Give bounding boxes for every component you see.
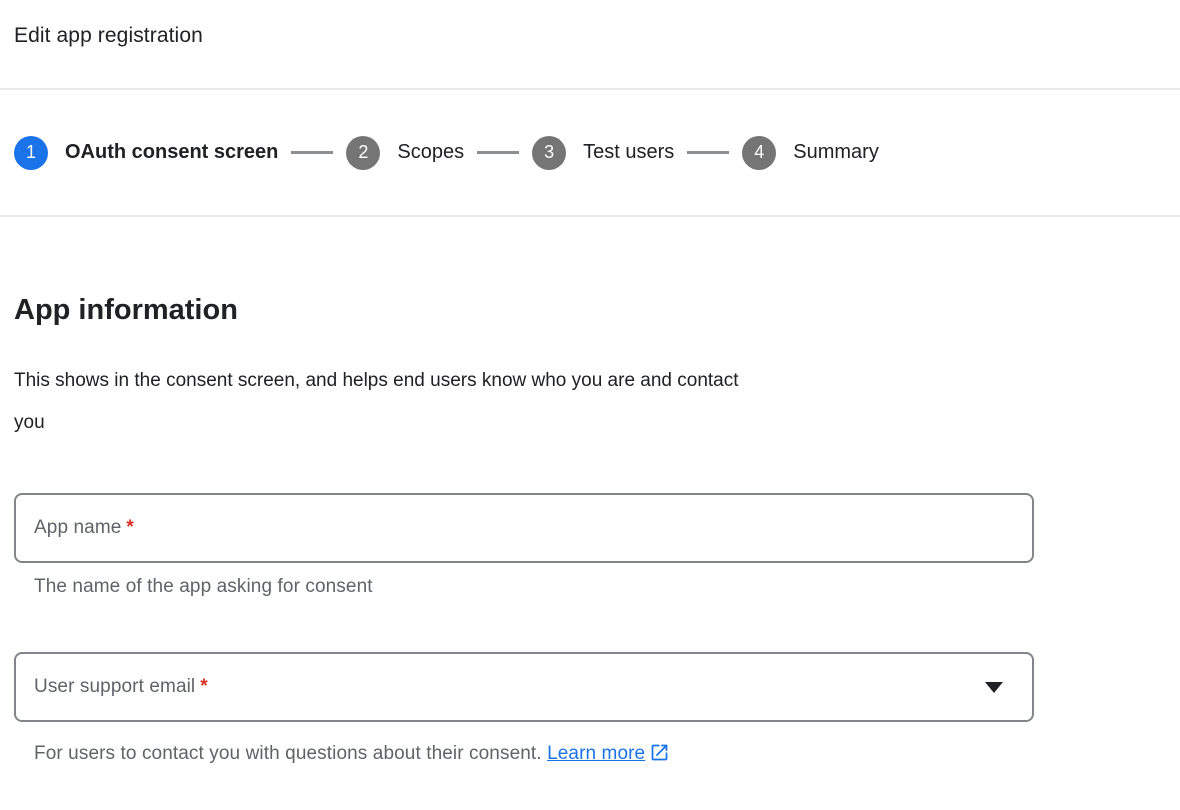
step-scopes[interactable]: 2 Scopes [346,136,464,170]
step-connector [477,151,519,154]
helper-text-content: For users to contact you with questions … [34,743,542,764]
step-number-badge: 2 [346,136,380,170]
user-support-email-field-group: User support email * For users to contac… [14,652,1166,765]
app-name-field-group: App name * The name of the app asking fo… [14,493,1166,598]
dropdown-arrow-icon [985,682,1003,693]
step-number-badge: 1 [14,136,48,170]
page-header: Edit app registration [0,0,1180,90]
step-label: Summary [793,141,879,164]
app-name-helper-text: The name of the app asking for consent [34,576,1166,598]
external-link-icon [649,742,670,763]
section-heading: App information [14,293,1166,327]
app-name-input[interactable]: App name * [14,493,1034,563]
step-connector [291,151,333,154]
section-description: This shows in the consent screen, and he… [14,360,1166,444]
learn-more-link[interactable]: Learn more [547,743,645,764]
step-test-users[interactable]: 3 Test users [532,136,674,170]
step-connector [687,151,729,154]
required-asterisk: * [200,676,207,698]
step-summary[interactable]: 4 Summary [742,136,879,170]
step-oauth-consent-screen[interactable]: 1 OAuth consent screen [14,136,278,170]
step-label: Scopes [397,141,464,164]
required-asterisk: * [126,517,133,539]
app-information-section: App information This shows in the consen… [0,217,1180,765]
page-title: Edit app registration [14,24,1166,48]
stepper: 1 OAuth consent screen 2 Scopes 3 Test u… [0,90,1180,217]
step-number-badge: 3 [532,136,566,170]
section-description-line1: This shows in the consent screen, and he… [14,360,1166,402]
user-support-email-select[interactable]: User support email * [14,652,1034,722]
step-number-badge: 4 [742,136,776,170]
app-name-label: App name [34,517,121,539]
user-support-email-label: User support email [34,676,195,698]
step-label: OAuth consent screen [65,141,278,164]
step-label: Test users [583,141,674,164]
user-support-email-helper-text: For users to contact you with questions … [34,742,1166,765]
section-description-line2: you [14,402,1166,444]
